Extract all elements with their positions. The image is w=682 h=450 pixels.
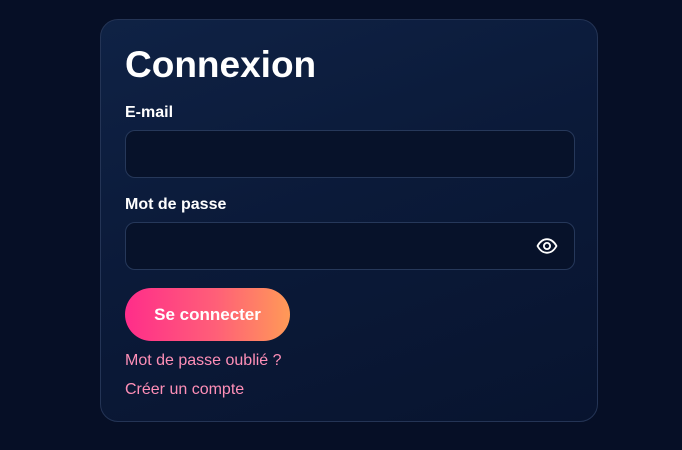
password-field[interactable] [125,222,575,270]
create-account-link[interactable]: Créer un compte [125,380,244,400]
forgot-password-link[interactable]: Mot de passe oublié ? [125,351,282,371]
login-button[interactable]: Se connecter [125,288,290,341]
login-card: Connexion E-mail Mot de passe Se connect… [100,19,598,422]
password-label: Mot de passe [125,196,227,213]
page-title: Connexion [125,44,317,85]
email-field[interactable] [125,130,575,178]
eye-icon[interactable] [536,236,558,256]
email-label: E-mail [125,104,174,121]
